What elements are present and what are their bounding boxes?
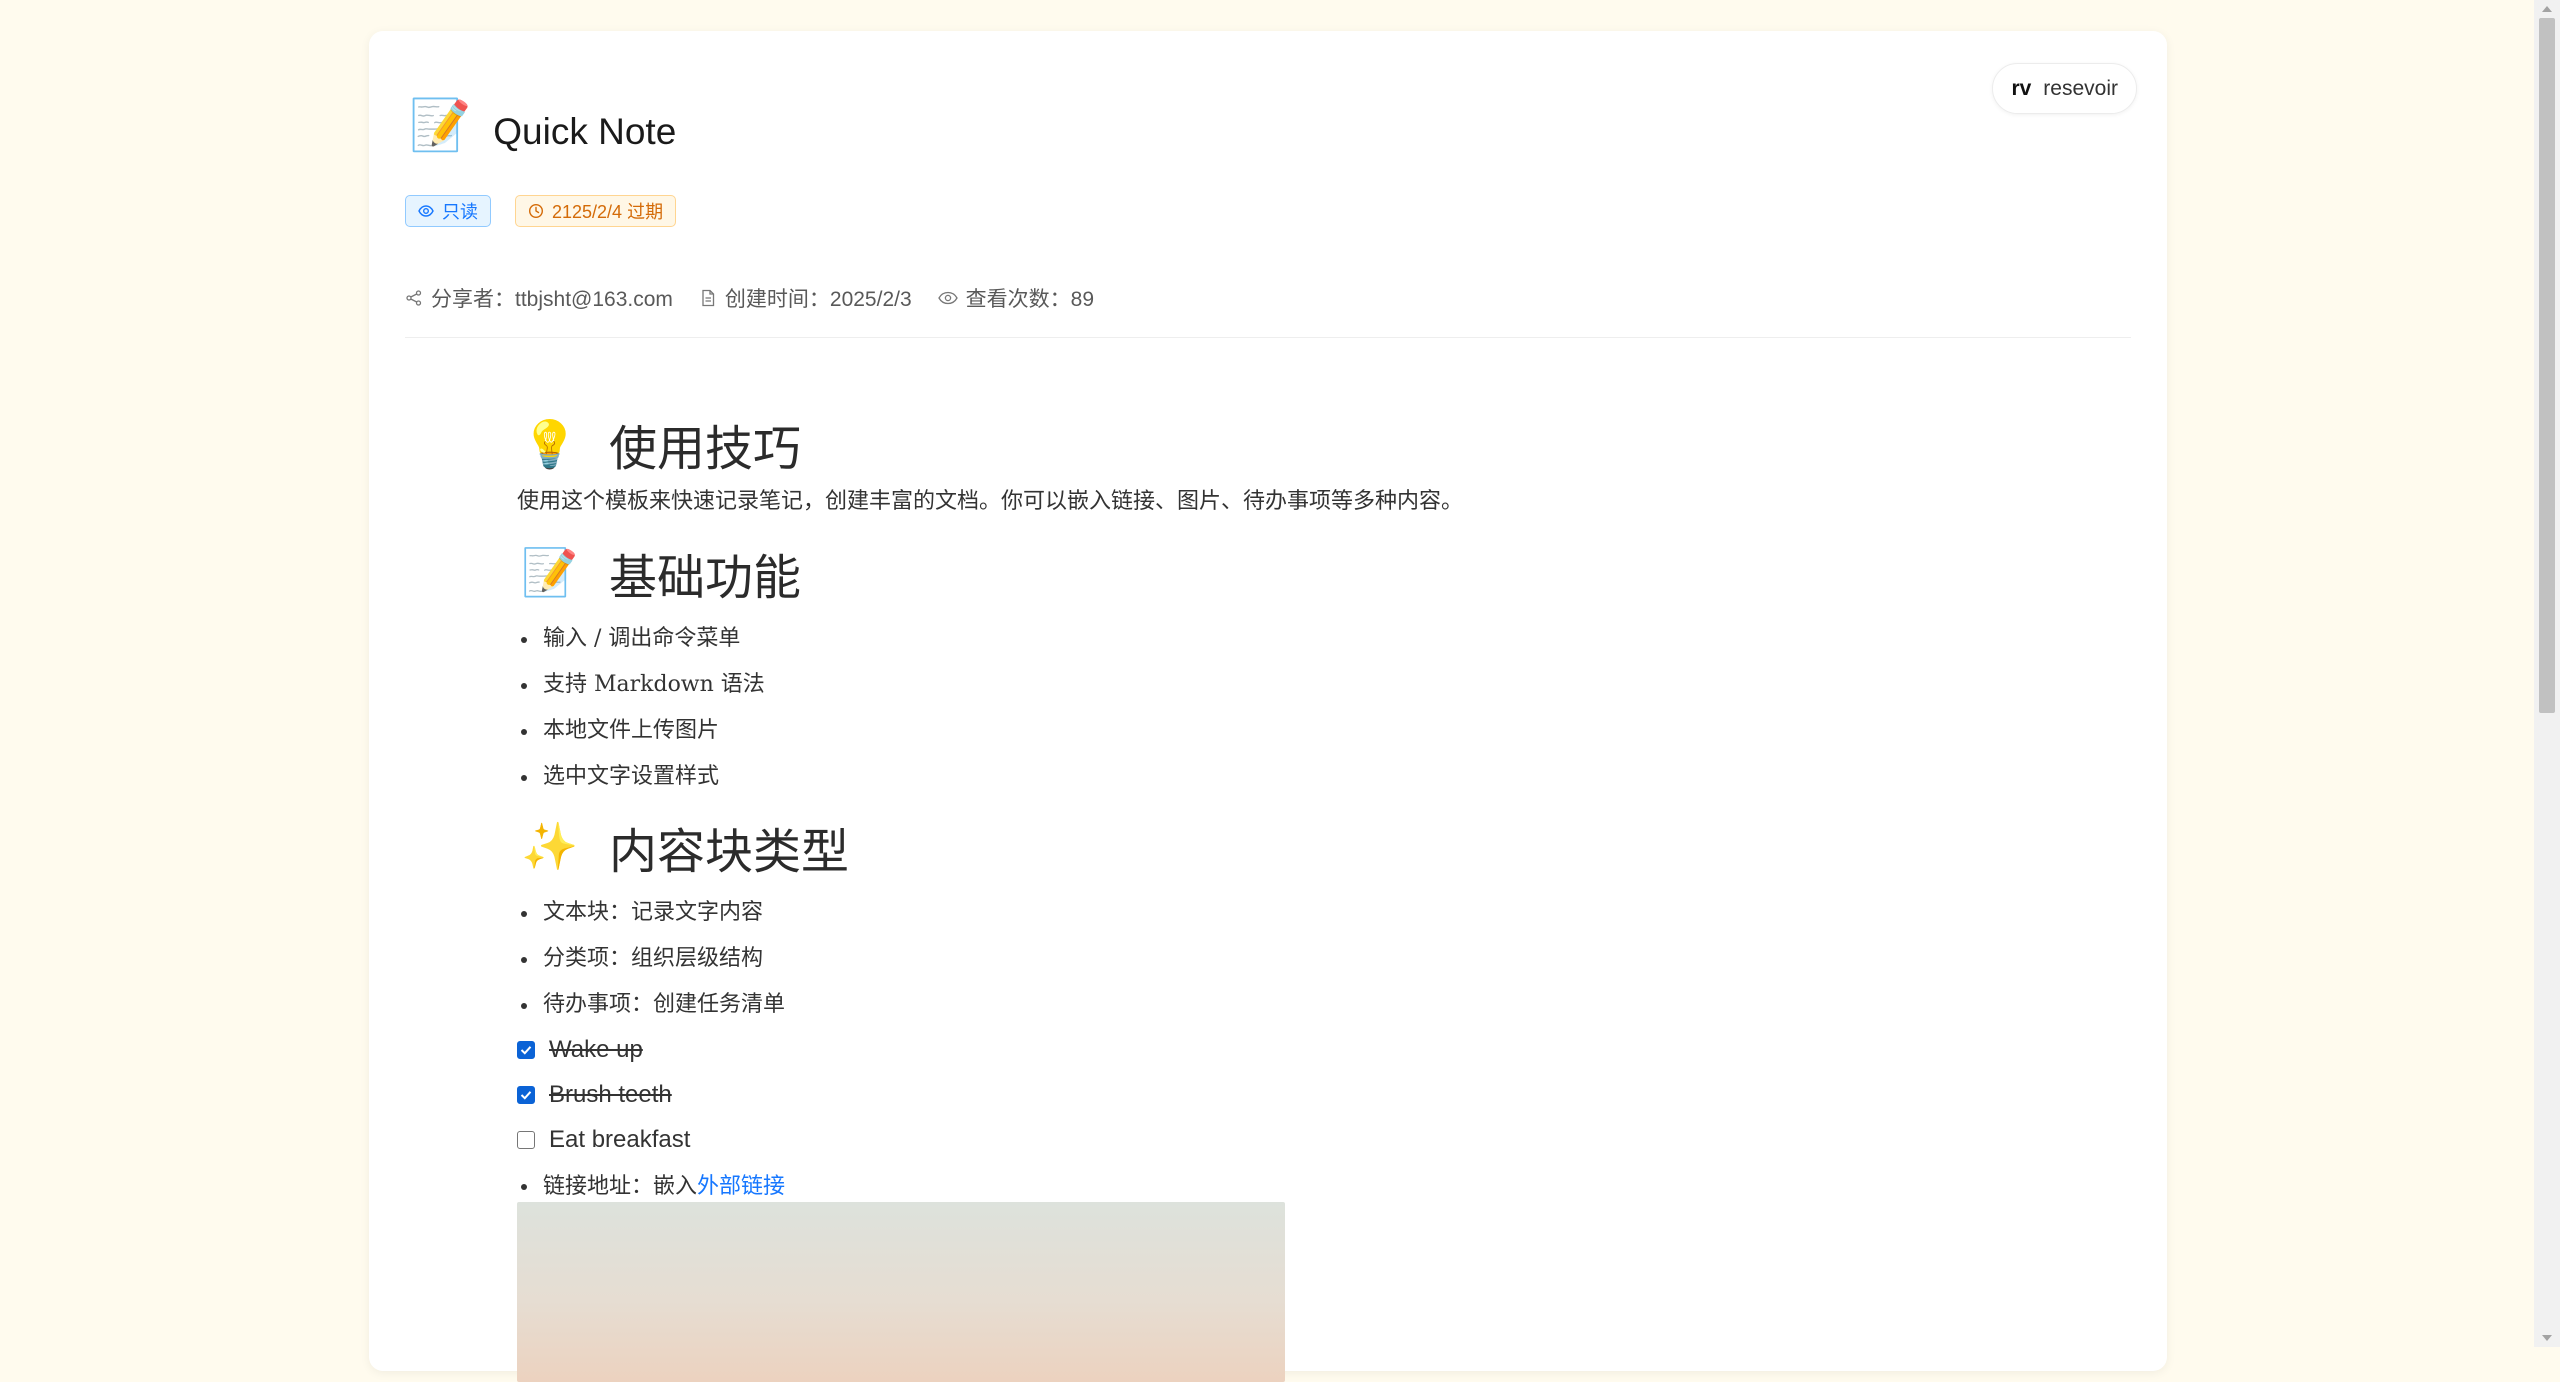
file-icon [702,289,715,307]
views-text: 查看次数：89 [965,288,1094,311]
readonly-tag: 只读 [405,195,491,227]
list-item: 分类项：组织层级结构 [517,936,2017,982]
heading-text: 内容块类型 [609,823,850,880]
scroll-down-arrow-icon[interactable] [2542,1335,2552,1341]
scrollbar[interactable] [2534,0,2560,1347]
tag-row: 只读 2125/2/4 过期 [405,195,677,227]
todo-label: Eat breakfast [549,1126,691,1154]
sharer-text: 分享者：ttbjsht@163.com [431,288,673,311]
list-item: 待办事项：创建任务清单 [517,982,2017,1028]
todo-label: Wake up [549,1036,643,1064]
list-item: 选中文字设置样式 [517,754,2017,800]
views-info: 查看次数：89 [937,283,1094,313]
basic-list: 输入 / 调出命令菜单 支持 Markdown 语法 本地文件上传图片 选中文字… [517,616,2017,800]
external-link[interactable]: 外部链接 [697,1173,785,1198]
username: resevoir [2043,76,2118,100]
todo-item: Wake up [517,1028,2017,1073]
clock-icon [528,203,544,219]
created-text: 创建时间：2025/2/3 [724,288,912,311]
todo-label: Brush teeth [549,1081,672,1109]
todo-checkbox[interactable] [517,1086,535,1105]
heading-tips: 💡 使用技巧 [517,409,2017,479]
note-card: rv resevoir 📝 Quick Note 只读 2125/2/4 过期 … [369,31,2167,1382]
embedded-image [517,1202,1285,1382]
sparkles-icon: ✨ [521,819,579,874]
list-item: 输入 / 调出命令菜单 [517,616,2017,662]
check-icon [520,1091,532,1100]
link-prefix: 链接地址：嵌入 [543,1173,698,1199]
list-item: 文本块：记录文字内容 [517,890,2017,936]
todo-item: Eat breakfast [517,1118,2017,1163]
expiry-label: 2125/2/4 过期 [552,202,664,222]
todo-item: Brush teeth [517,1073,2017,1118]
lightbulb-icon: 💡 [521,416,579,471]
heading-text: 基础功能 [609,549,802,606]
user-menu[interactable]: rv resevoir [1992,63,2137,114]
memo-icon: 📝 [521,545,579,600]
page-title: Quick Note [493,111,677,152]
expiry-tag: 2125/2/4 过期 [515,195,677,227]
share-icon [406,290,422,306]
eye-icon [418,205,434,217]
document-body: 💡 使用技巧 使用这个模板来快速记录笔记，创建丰富的文档。你可以嵌入链接、图片、… [517,409,2017,1221]
sharer-info: 分享者：ttbjsht@163.com [405,283,673,313]
list-item: 本地文件上传图片 [517,708,2017,754]
scrollbar-thumb[interactable] [2539,18,2555,713]
heading-blocks: ✨ 内容块类型 [517,812,2017,882]
scroll-up-arrow-icon[interactable] [2542,6,2552,12]
memo-icon: 📝 [409,97,472,153]
eye-icon [937,291,958,305]
todo-checkbox[interactable] [517,1041,535,1060]
blocks-list: 文本块：记录文字内容 分类项：组织层级结构 待办事项：创建任务清单 [517,890,2017,1028]
created-info: 创建时间：2025/2/3 [699,283,912,313]
readonly-label: 只读 [442,202,478,222]
tips-paragraph: 使用这个模板来快速记录笔记，创建丰富的文档。你可以嵌入链接、图片、待办事项等多种… [517,489,1464,514]
meta-row: 分享者：ttbjsht@163.com 创建时间：2025/2/3 查看次数：8… [405,283,1094,313]
heading-basic: 📝 基础功能 [517,538,2017,608]
todo-checkbox[interactable] [517,1131,535,1150]
divider [405,337,2131,338]
check-icon [520,1046,532,1055]
heading-text: 使用技巧 [609,421,802,477]
title-row: 📝 Quick Note [409,97,676,153]
list-item: 支持 Markdown 语法 [517,662,2017,708]
avatar: rv [2011,76,2032,100]
